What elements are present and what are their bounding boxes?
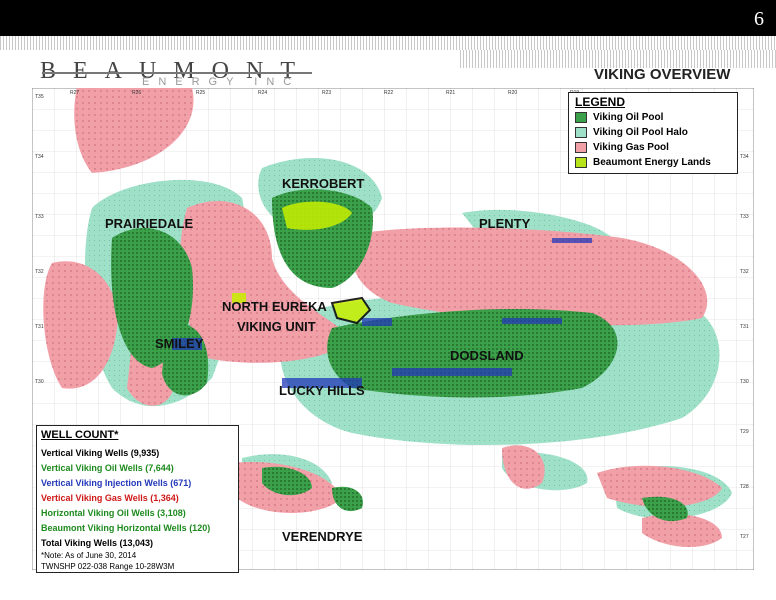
svg-text:T30: T30 — [35, 379, 44, 385]
svg-text:T32: T32 — [35, 269, 44, 275]
legend-item-oil-pool: Viking Oil Pool — [575, 111, 663, 123]
well-count-row: Vertical Viking Injection Wells (671) — [41, 478, 192, 488]
label-prairiedale: PRAIRIEDALE — [105, 216, 193, 231]
svg-text:R27: R27 — [70, 90, 79, 96]
well-count-row: Total Viking Wells (13,043) — [41, 538, 154, 548]
legend-title: LEGEND — [575, 95, 626, 109]
svg-text:R22: R22 — [384, 90, 393, 96]
label-kerrobert: KERROBERT — [282, 176, 364, 191]
legend-item-beaumont-lands: Beaumont Energy Lands — [575, 156, 711, 168]
svg-text:T29: T29 — [740, 429, 749, 435]
svg-text:R23: R23 — [322, 90, 331, 96]
swatch-oil-pool-halo — [575, 126, 587, 138]
svg-text:T27: T27 — [740, 534, 749, 540]
svg-text:R26: R26 — [132, 90, 141, 96]
well-count-title: WELL COUNT* — [41, 429, 119, 441]
page-number: 6 — [754, 8, 764, 30]
svg-text:T33: T33 — [35, 214, 44, 220]
svg-text:T32: T32 — [740, 269, 749, 275]
well-count-row: Vertical Viking Oil Wells (7,644) — [41, 463, 174, 473]
svg-text:T30: T30 — [740, 379, 749, 385]
svg-text:T35: T35 — [35, 94, 44, 100]
swatch-oil-pool — [575, 111, 587, 123]
svg-text:T31: T31 — [740, 324, 749, 330]
legend-item-oil-pool-halo: Viking Oil Pool Halo — [575, 126, 688, 138]
well-count-row: Horizontal Viking Oil Wells (3,108) — [41, 508, 186, 518]
svg-text:R20: R20 — [508, 90, 517, 96]
label-plenty: PLENTY — [479, 216, 531, 231]
svg-text:R25: R25 — [196, 90, 205, 96]
svg-text:T28: T28 — [740, 484, 749, 490]
svg-text:T33: T33 — [740, 214, 749, 220]
well-count-box: WELL COUNT* Vertical Viking Wells (9,935… — [36, 425, 239, 573]
label-dodsland: DODSLAND — [450, 348, 524, 363]
label-verendrye: VERENDRYE — [282, 529, 363, 544]
legend-item-gas-pool: Viking Gas Pool — [575, 141, 669, 153]
header-bar: 6 — [0, 0, 776, 36]
svg-text:T31: T31 — [35, 324, 44, 330]
well-count-row: Beaumont Viking Horizontal Wells (120) — [41, 523, 211, 533]
label-smiley: SMILEY — [155, 336, 204, 351]
header-stripe — [0, 36, 776, 50]
well-count-row: Vertical Viking Gas Wells (1,364) — [41, 493, 179, 503]
logo-rule — [42, 72, 312, 74]
swatch-beaumont-lands — [575, 156, 587, 168]
svg-text:T34: T34 — [35, 154, 44, 160]
page-title: VIKING OVERVIEW — [594, 66, 731, 83]
well-count-row: Vertical Viking Wells (9,935) — [41, 448, 160, 458]
company-logo-subtitle: ENERGY INC — [142, 76, 301, 88]
map-legend: LEGEND Viking Oil Pool Viking Oil Pool H… — [568, 92, 738, 174]
label-viking-unit: VIKING UNIT — [237, 319, 316, 334]
svg-text:R21: R21 — [446, 90, 455, 96]
svg-text:R24: R24 — [258, 90, 267, 96]
label-north-eureka: NORTH EUREKA — [222, 299, 327, 314]
well-count-note: *Note: As of June 30, 2014 — [41, 551, 137, 560]
well-count-township: TWNSHP 022-038 Range 10-28W3M — [41, 562, 175, 571]
label-lucky-hills: LUCKY HILLS — [279, 383, 365, 398]
swatch-gas-pool — [575, 141, 587, 153]
svg-text:T34: T34 — [740, 154, 749, 160]
